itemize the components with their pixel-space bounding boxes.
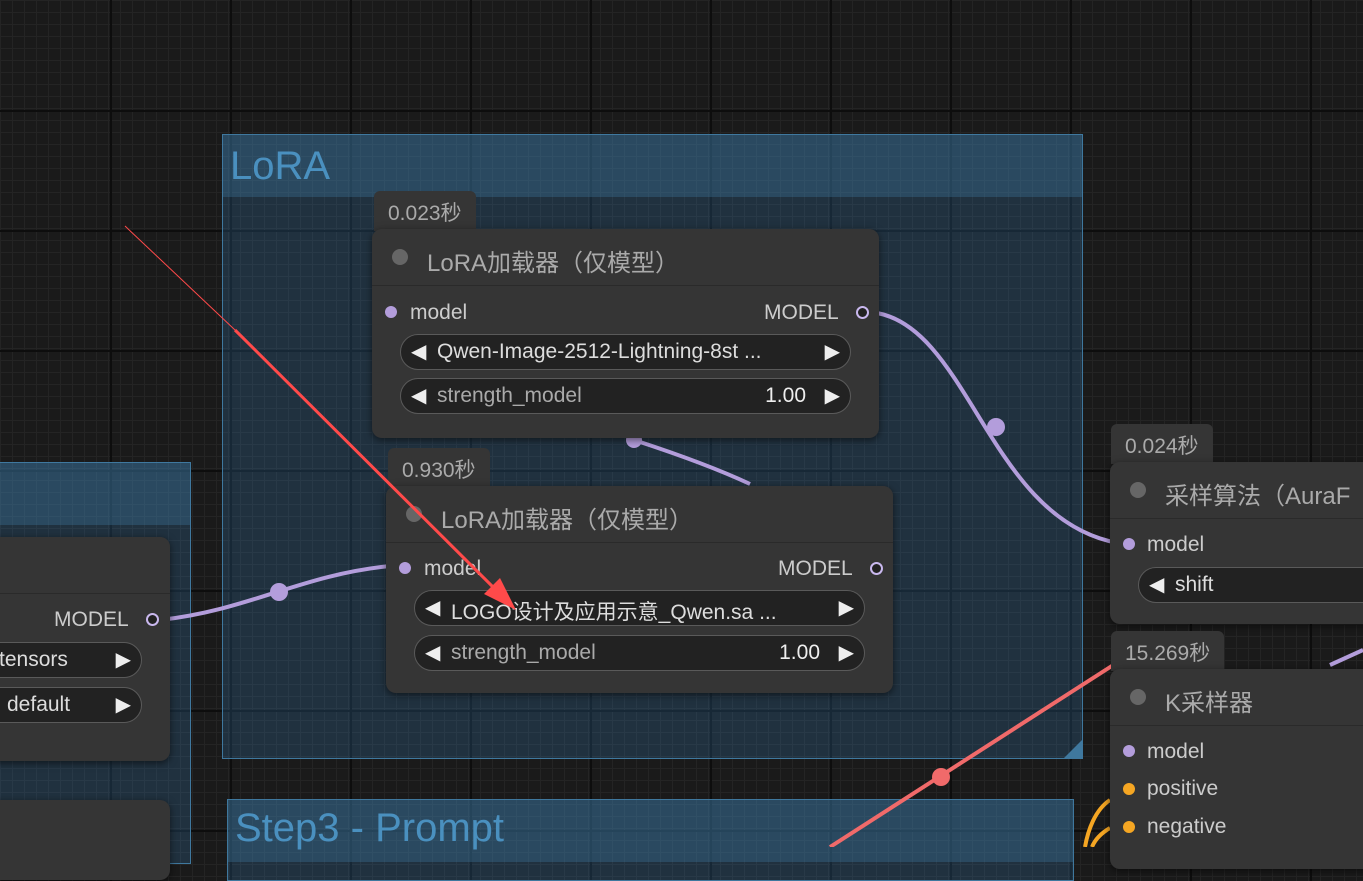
- lora-name-combo[interactable]: ◀ Qwen-Image-2512-Lightning-8st ... ▶: [400, 334, 851, 370]
- wire-conditioning: [1090, 826, 1112, 847]
- arrow-right-icon[interactable]: ▶: [116, 647, 131, 672]
- arrow-left-icon[interactable]: ◀: [1149, 572, 1164, 597]
- node-title: LoRA加载器（仅模型）: [441, 507, 694, 534]
- lora-name-combo[interactable]: ◀ LOGO设计及应用示意_Qwen.sa ... ▶: [414, 590, 865, 626]
- input-slot-model[interactable]: [1123, 745, 1135, 757]
- wire-lora1-to-lora2: [633, 438, 751, 486]
- node-timer: 15.269秒: [1111, 631, 1225, 671]
- input-slot-model[interactable]: [399, 562, 411, 574]
- input-slot-negative[interactable]: [1123, 821, 1135, 833]
- output-label-model: MODEL: [764, 301, 839, 324]
- arrow-left-icon[interactable]: ◀: [425, 640, 440, 665]
- arrow-right-icon[interactable]: ▶: [825, 339, 840, 364]
- node-model-loader[interactable]: MODEL tensors ▶ default ▶: [0, 537, 170, 761]
- arrow-left-icon[interactable]: ◀: [411, 339, 426, 364]
- loader-widget-dtype[interactable]: default ▶: [0, 687, 142, 723]
- input-label-positive: positive: [1147, 777, 1219, 800]
- shift-widget[interactable]: ◀ shift: [1138, 567, 1363, 603]
- collapse-dot-icon[interactable]: [1130, 482, 1146, 498]
- node-ksampler[interactable]: K采样器 model positive negative: [1110, 669, 1363, 869]
- node-lora-loader-1[interactable]: LoRA加载器（仅模型） model MODEL ◀ Qwen-Image-25…: [372, 229, 879, 438]
- input-label-model: model: [1147, 533, 1205, 556]
- arrow-left-icon[interactable]: ◀: [425, 595, 440, 620]
- node-lora-loader-2[interactable]: LoRA加载器（仅模型） model MODEL ◀ LOGO设计及应用示意_Q…: [386, 486, 893, 693]
- collapse-dot-icon[interactable]: [406, 506, 422, 522]
- arrow-right-icon[interactable]: ▶: [825, 383, 840, 408]
- collapse-dot-icon[interactable]: [1130, 689, 1146, 705]
- wire-midpoint: [932, 768, 950, 786]
- arrow-right-icon[interactable]: ▶: [839, 595, 854, 620]
- wire-ksampler-model-in: [1329, 648, 1363, 667]
- wire-midpoint: [270, 583, 288, 601]
- input-slot-model[interactable]: [385, 306, 397, 318]
- node-title: K采样器: [1165, 690, 1254, 717]
- arrow-right-icon[interactable]: ▶: [839, 640, 854, 665]
- node-timer: 0.024秒: [1111, 424, 1213, 464]
- arrow-left-icon[interactable]: ◀: [411, 383, 426, 408]
- input-label-negative: negative: [1147, 815, 1227, 838]
- output-label-model: MODEL: [778, 557, 853, 580]
- node-title: LoRA加载器（仅模型）: [427, 250, 680, 277]
- input-slot-model[interactable]: [1123, 538, 1135, 550]
- node-model-sampling-aura[interactable]: 采样算法（AuraF model ◀ shift: [1110, 462, 1363, 624]
- output-slot-model[interactable]: [870, 562, 883, 575]
- strength-model-slider[interactable]: ◀ strength_model 1.00 ▶: [400, 378, 851, 414]
- input-slot-positive[interactable]: [1123, 783, 1135, 795]
- loader-widget-weight[interactable]: tensors ▶: [0, 642, 142, 678]
- input-label-model: model: [410, 301, 468, 324]
- input-label-model: model: [1147, 740, 1205, 763]
- wire-midpoint: [987, 418, 1005, 436]
- node-timer: 0.023秒: [374, 191, 476, 231]
- input-label-model: model: [424, 557, 482, 580]
- strength-model-slider[interactable]: ◀ strength_model 1.00 ▶: [414, 635, 865, 671]
- output-label-model: MODEL: [54, 608, 129, 631]
- arrow-right-icon[interactable]: ▶: [116, 692, 131, 717]
- node-timer: 0.930秒: [388, 448, 490, 488]
- collapse-dot-icon[interactable]: [392, 249, 408, 265]
- node-title: 采样算法（AuraF: [1165, 483, 1351, 510]
- node-partial[interactable]: [0, 800, 170, 880]
- output-slot-model[interactable]: [856, 306, 869, 319]
- output-slot-model[interactable]: [146, 613, 159, 626]
